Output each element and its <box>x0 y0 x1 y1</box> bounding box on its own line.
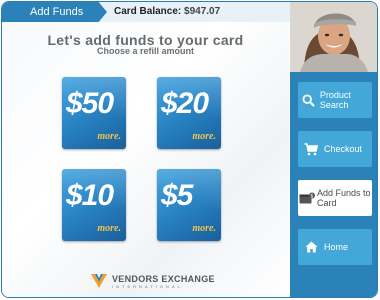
header-bar: Add Funds Card Balance: $947.07 <box>2 2 292 22</box>
home-button[interactable]: Home <box>298 229 372 265</box>
add-funds-label: Add Funds to Card <box>316 188 371 208</box>
product-search-button[interactable]: Product Search <box>298 82 372 118</box>
refill-card-5[interactable]: $5 more. <box>157 169 221 241</box>
product-search-label: Product Search <box>319 90 351 110</box>
vendors-exchange-logo-icon <box>91 274 107 288</box>
card-balance-label: Card Balance: <box>114 6 182 17</box>
checkout-label: Checkout <box>324 144 363 154</box>
page-title-tab: Add Funds <box>2 2 107 22</box>
vendor-logo: VENDORS EXCHANGE INTERNATIONAL <box>90 272 215 290</box>
refill-brand-tag: more. <box>97 131 121 142</box>
refill-card-10[interactable]: $10 more. <box>62 169 126 241</box>
refill-card-20[interactable]: $20 more. <box>157 77 221 149</box>
checkout-button[interactable]: Checkout <box>298 131 372 167</box>
refill-amount: $10 <box>66 179 114 212</box>
refill-brand-tag: more. <box>192 223 216 234</box>
svg-text:$: $ <box>311 193 314 199</box>
main-panel: Let's add funds to your card Choose a re… <box>2 22 289 297</box>
refill-amount: $5 <box>161 179 193 212</box>
home-icon <box>298 241 324 253</box>
wallet-icon: $ <box>298 192 317 205</box>
card-balance-value: $947.07 <box>184 6 221 17</box>
refill-amount: $50 <box>66 87 114 120</box>
logo-name: VENDORS EXCHANGE <box>112 273 215 284</box>
page-subheading: Choose a refill amount <box>96 46 194 56</box>
refill-brand-tag: more. <box>97 223 121 234</box>
logo-subtitle: INTERNATIONAL <box>112 283 183 289</box>
kiosk-window: Add Funds Card Balance: $947.07 Let's ad… <box>1 1 378 298</box>
add-funds-button[interactable]: $ Add Funds to Card <box>298 180 372 216</box>
search-icon <box>298 93 320 107</box>
refill-card-50[interactable]: $50 more. <box>62 77 126 149</box>
sidebar: Product Search Checkout $ Add Funds to C… <box>290 2 377 297</box>
refill-amount: $20 <box>161 87 209 120</box>
card-balance: Card Balance: $947.07 <box>114 6 220 17</box>
customer-photo <box>290 2 377 72</box>
home-label: Home <box>324 242 349 252</box>
refill-brand-tag: more. <box>192 131 216 142</box>
cart-icon <box>298 142 324 156</box>
smiling-woman-image <box>290 2 377 72</box>
